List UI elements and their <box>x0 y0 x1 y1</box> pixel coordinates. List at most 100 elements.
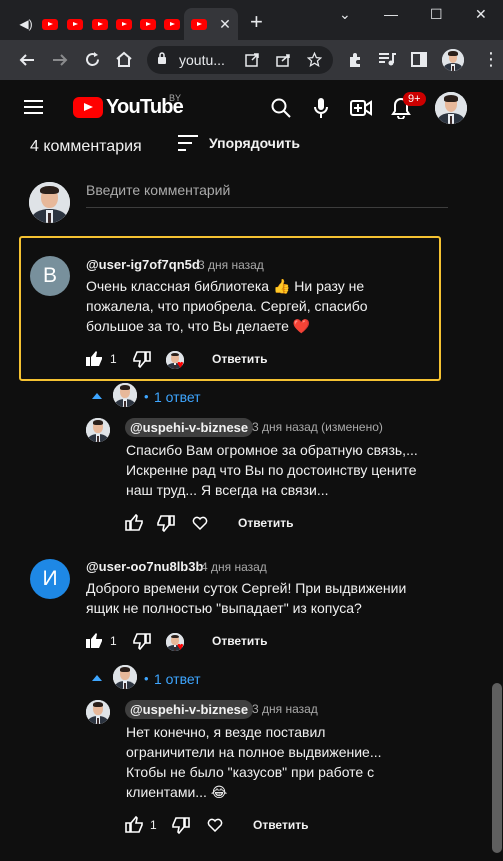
heart-icon: ♥ <box>177 641 184 653</box>
collapse-replies-icon[interactable] <box>92 393 102 399</box>
account-avatar[interactable] <box>435 92 467 124</box>
close-window-icon[interactable]: ✕ <box>475 6 487 23</box>
tab-search-icon[interactable]: ⌄ <box>339 6 351 23</box>
separator-dot: • <box>144 389 149 404</box>
tab-youtube-active[interactable]: ✕ <box>184 8 238 40</box>
sort-comments-button[interactable]: Упорядочить <box>178 135 300 151</box>
tab-youtube-6[interactable] <box>160 8 184 40</box>
comment-text-line: ящик не полностью "выпадает" из копуса? <box>86 600 362 616</box>
tab-youtube-2[interactable] <box>63 8 87 40</box>
youtube-favicon-icon <box>164 18 180 30</box>
dislike-icon[interactable] <box>133 633 151 650</box>
replies-toggle[interactable]: 1 ответ <box>154 671 201 687</box>
tab-youtube-3[interactable] <box>88 8 112 40</box>
bookmark-star-icon[interactable] <box>307 52 322 67</box>
back-arrow-icon[interactable] <box>19 52 35 68</box>
browser-profile-avatar[interactable] <box>442 49 464 71</box>
reply-text-line: Ктобы не было "казусов" при работе с <box>126 764 375 780</box>
youtube-favicon-icon <box>140 18 156 30</box>
comment-text-line: Очень классная библиотека 👍 Ни разу не <box>86 278 365 294</box>
address-bar[interactable]: youtu... <box>147 46 333 74</box>
comment-text-line: большое за то, что Вы делаете ❤️ <box>86 318 311 334</box>
reply-author-avatar[interactable] <box>86 418 110 442</box>
close-tab-icon[interactable]: ✕ <box>219 16 231 33</box>
new-tab-button[interactable]: + <box>250 11 263 33</box>
reply-text-line: Искренне рад что Вы по достоинству ценит… <box>126 462 417 478</box>
country-code: BY <box>169 93 182 103</box>
tab-audio[interactable]: ◀) <box>16 8 38 40</box>
reply-button[interactable]: Ответить <box>253 818 308 832</box>
sort-icon <box>178 135 198 151</box>
comment-author[interactable]: @user-oo7nu8lb3b <box>86 559 203 574</box>
reply-text-line: Спасибо Вам огромное за обратную связь,.… <box>126 442 418 458</box>
reload-icon[interactable] <box>84 51 101 68</box>
commenter-avatar[interactable]: В <box>30 256 70 296</box>
dislike-icon[interactable] <box>157 515 175 532</box>
separator-dot: • <box>144 671 149 686</box>
heart-icon: ♥ <box>177 359 184 371</box>
media-icon[interactable] <box>378 52 396 67</box>
browser-toolbar: youtu... ⋮ <box>0 40 503 80</box>
like-icon[interactable] <box>125 816 143 833</box>
reply-author-chip[interactable]: @uspehi-v-biznese <box>125 700 254 719</box>
scrollbar-thumb[interactable] <box>492 683 502 853</box>
lock-icon[interactable] <box>157 52 167 64</box>
share-icon[interactable] <box>276 53 291 67</box>
search-icon[interactable] <box>271 98 291 118</box>
reply-time[interactable]: 3 дня назад (изменено) <box>252 420 383 434</box>
tab-youtube-1[interactable] <box>38 8 62 40</box>
notifications-badge: 9+ <box>403 92 426 106</box>
sort-label: Упорядочить <box>209 135 301 151</box>
reply-time[interactable]: 3 дня назад <box>252 702 318 716</box>
reply-text-line: ограничители на полное выдвижение... <box>126 744 382 760</box>
open-in-app-icon[interactable] <box>245 53 259 67</box>
like-icon[interactable] <box>85 632 103 649</box>
create-video-icon[interactable] <box>350 99 372 117</box>
youtube-play-icon <box>73 97 103 118</box>
puzzle-icon[interactable] <box>347 52 363 68</box>
youtube-header: YouTube BY 9+ <box>0 80 503 136</box>
youtube-favicon-icon <box>116 18 132 30</box>
reply-author-chip[interactable]: @uspehi-v-biznese <box>125 418 254 437</box>
forward-arrow-icon[interactable] <box>52 52 68 68</box>
like-icon[interactable] <box>85 350 103 367</box>
maximize-icon[interactable]: ☐ <box>430 6 443 23</box>
heart-outline-icon[interactable] <box>192 515 208 530</box>
sidepanel-icon[interactable] <box>411 52 427 67</box>
current-user-avatar <box>29 182 70 223</box>
reply-button[interactable]: Ответить <box>238 516 293 530</box>
like-icon[interactable] <box>125 514 143 531</box>
youtube-favicon-icon <box>191 18 208 30</box>
dislike-icon[interactable] <box>133 351 151 368</box>
reply-author-avatar[interactable] <box>86 700 110 724</box>
heart-outline-icon[interactable] <box>207 817 223 832</box>
commenter-avatar[interactable]: И <box>30 559 70 599</box>
speaker-icon: ◀) <box>19 17 33 31</box>
browser-menu-icon[interactable]: ⋮ <box>482 49 500 69</box>
tab-youtube-4[interactable] <box>112 8 136 40</box>
reply-text-line: наш труд... Я всегда на связи... <box>126 482 329 498</box>
dislike-icon[interactable] <box>172 817 190 834</box>
comment-text-line: пожалела, что приобрела. Сергей, спасибо <box>86 298 368 314</box>
hamburger-menu-icon[interactable] <box>24 100 43 114</box>
replier-avatar <box>113 665 137 689</box>
comment-time[interactable]: 4 дня назад <box>201 560 267 574</box>
replies-toggle[interactable]: 1 ответ <box>154 389 201 405</box>
browser-tab-strip: ◀) ✕ + ⌄ — ☐ ✕ <box>0 0 503 40</box>
reply-button[interactable]: Ответить <box>212 634 267 648</box>
like-count: 1 <box>110 352 117 366</box>
comment-time[interactable]: 3 дня назад <box>198 258 264 272</box>
comment-author[interactable]: @user-ig7of7qn5d <box>86 257 200 272</box>
comment-text-line: Доброго времени суток Сергей! При выдвиж… <box>86 580 407 596</box>
tab-youtube-5[interactable] <box>136 8 160 40</box>
home-icon[interactable] <box>115 51 133 68</box>
minimize-icon[interactable]: — <box>384 6 398 22</box>
like-count: 1 <box>150 818 157 832</box>
microphone-icon[interactable] <box>314 97 328 119</box>
reply-button[interactable]: Ответить <box>212 352 267 366</box>
replier-avatar <box>113 383 137 407</box>
youtube-logo[interactable]: YouTube BY <box>73 93 184 119</box>
collapse-replies-icon[interactable] <box>92 675 102 681</box>
url-text[interactable]: youtu... <box>179 52 225 68</box>
add-comment-input[interactable]: Введите комментарий <box>86 182 448 208</box>
